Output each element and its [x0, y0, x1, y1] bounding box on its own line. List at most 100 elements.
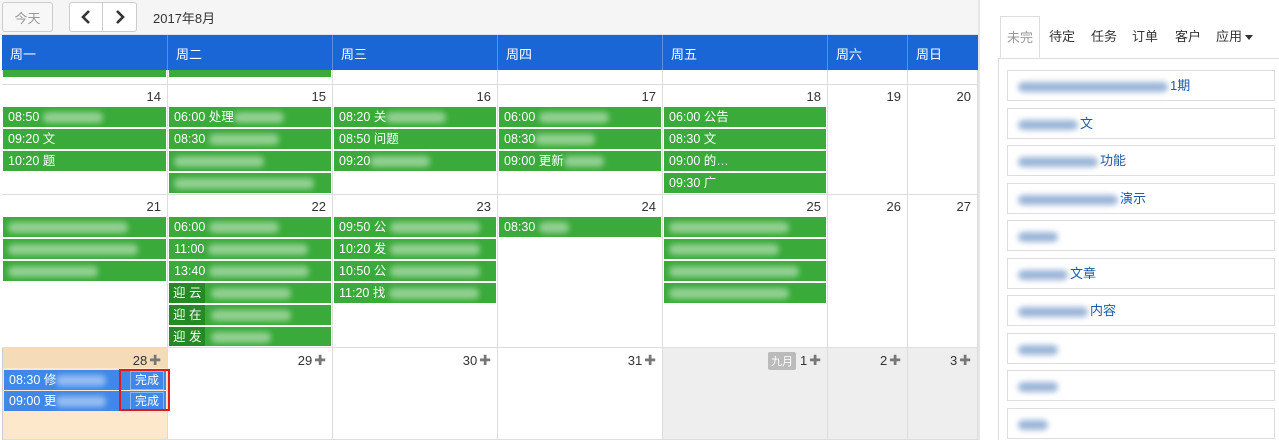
chevron-left-icon [81, 10, 90, 24]
next-month-button[interactable] [102, 2, 137, 32]
event[interactable] [664, 239, 826, 259]
day-cell-18[interactable]: 18 06:00 公告 08:30 文 09:00 的… 09:30 广 [663, 85, 828, 195]
day-cell[interactable] [333, 70, 498, 85]
day-cell[interactable] [663, 70, 828, 85]
event[interactable]: 迎 在 [169, 305, 331, 325]
event[interactable]: 09:50 公 [334, 217, 496, 237]
list-item[interactable]: 文章 [1007, 258, 1275, 289]
list-item[interactable] [1007, 333, 1275, 364]
event[interactable]: 08:30 文 [664, 129, 826, 149]
event[interactable]: 10:20 发 [334, 239, 496, 259]
day-cell-22[interactable]: 22 06:00 11:00 13:40 迎 云 迎 在 迎 发 [168, 195, 333, 348]
add-event-icon[interactable]: ✚ [959, 352, 971, 369]
tab-apps[interactable]: 应用 [1216, 16, 1254, 58]
list-item[interactable]: 文 [1007, 108, 1275, 139]
event[interactable] [3, 217, 166, 237]
event[interactable] [664, 283, 826, 303]
day-cell-16[interactable]: 16 08:20 关 08:50 问题 09:20 [333, 85, 498, 195]
event[interactable]: 10:50 公 [334, 261, 496, 281]
day-cell[interactable] [908, 70, 978, 85]
highlight-box [119, 369, 170, 411]
event[interactable]: 08:50 [3, 107, 166, 127]
tab-orders[interactable]: 订单 [1132, 16, 1158, 58]
tab-unfinished[interactable]: 未完 [1000, 16, 1041, 58]
event[interactable]: 06:00 处理 [169, 107, 331, 127]
event[interactable]: 11:00 [169, 239, 331, 259]
list-item[interactable] [1007, 408, 1275, 439]
event[interactable]: 08:20 关 [334, 107, 496, 127]
event[interactable]: 06:00 公告 [664, 107, 826, 127]
today-button[interactable]: 今天 [2, 2, 53, 32]
tab-customers[interactable]: 客户 [1175, 16, 1201, 58]
day-cell-24[interactable]: 24 08:30 [498, 195, 663, 348]
tab-pending[interactable]: 待定 [1049, 16, 1075, 58]
event[interactable]: 08:30 [499, 129, 661, 149]
list-item[interactable]: 1期 [1007, 70, 1275, 101]
day-number: 25 [806, 199, 821, 214]
add-event-icon[interactable]: ✚ [889, 352, 901, 369]
event[interactable]: 09:00 的… [664, 151, 826, 171]
event[interactable]: 迎 发 [169, 327, 331, 346]
add-event-icon[interactable]: ✚ [479, 352, 491, 369]
event[interactable] [169, 173, 331, 193]
day-cell-19[interactable]: 19 [828, 85, 908, 195]
day-cell[interactable] [498, 70, 663, 85]
list-item[interactable] [1007, 370, 1275, 401]
add-event-icon[interactable]: ✚ [644, 352, 656, 369]
add-event-icon[interactable]: ✚ [149, 352, 161, 369]
list-item[interactable]: 内容 [1007, 295, 1275, 326]
day-cell[interactable] [828, 70, 908, 85]
day-cell-sep-2[interactable]: 2 ✚ [828, 348, 908, 440]
day-cell-25[interactable]: 25 [663, 195, 828, 348]
day-cell-sep-3[interactable]: 3 ✚ [908, 348, 978, 440]
list-item[interactable]: 演示 [1007, 183, 1275, 214]
event[interactable] [3, 261, 166, 281]
day-cell-30[interactable]: 30 ✚ [333, 348, 498, 440]
event[interactable]: 11:20 找 [334, 283, 496, 303]
day-cell-14[interactable]: 14 08:50 09:20 文 10:20 题 [2, 85, 168, 195]
day-cell-17[interactable]: 17 06:00 08:30 09:00 更新 [498, 85, 663, 195]
event[interactable]: 09:00 更新 [499, 151, 661, 171]
sidebar-list: 1期 文 功能 演示 文章 内容 [998, 58, 1279, 440]
event[interactable]: 06:00 [169, 217, 331, 237]
add-event-icon[interactable]: ✚ [314, 352, 326, 369]
weekday-mon: 周一 [2, 35, 168, 70]
list-item[interactable] [1007, 220, 1275, 251]
day-cell-27[interactable]: 27 [908, 195, 978, 348]
event[interactable] [3, 239, 166, 259]
day-cell-26[interactable]: 26 [828, 195, 908, 348]
event[interactable]: 09:30 广 [664, 173, 826, 193]
event[interactable] [664, 261, 826, 281]
day-cell[interactable] [2, 70, 168, 85]
event[interactable] [169, 151, 331, 171]
event[interactable]: 08:30 [169, 129, 331, 149]
event[interactable]: 10:20 题 [3, 151, 166, 171]
add-event-icon[interactable]: ✚ [809, 352, 821, 369]
tab-tasks[interactable]: 任务 [1091, 16, 1117, 58]
event[interactable]: 08:30 [499, 217, 661, 237]
scrollbar[interactable] [978, 0, 980, 440]
day-number: 23 [476, 199, 491, 214]
event[interactable]: 09:20 [334, 151, 496, 171]
prev-month-button[interactable] [69, 2, 103, 32]
day-cell[interactable] [168, 70, 333, 85]
day-cell-23[interactable]: 23 09:50 公 10:20 发 10:50 公 11:20 找 [333, 195, 498, 348]
event[interactable] [3, 70, 166, 77]
day-number: 15 [311, 89, 326, 104]
event[interactable] [664, 217, 826, 237]
day-cell-21[interactable]: 21 [2, 195, 168, 348]
event[interactable] [169, 70, 331, 77]
event[interactable]: 08:50 问题 [334, 129, 496, 149]
day-cell-20[interactable]: 20 [908, 85, 978, 195]
day-cell-29[interactable]: 29 ✚ [168, 348, 333, 440]
event[interactable]: 13:40 [169, 261, 331, 281]
sidebar: 未完 待定 任务 订单 客户 应用 1期 文 功能 演示 文章 内容 [998, 0, 1279, 440]
day-cell-sep-1[interactable]: 九月 1 ✚ [663, 348, 828, 440]
list-item[interactable]: 功能 [1007, 145, 1275, 176]
event[interactable]: 迎 云 [169, 283, 331, 303]
day-cell-15[interactable]: 15 06:00 处理 08:30 [168, 85, 333, 195]
event[interactable]: 09:20 文 [3, 129, 166, 149]
day-cell-31[interactable]: 31 ✚ [498, 348, 663, 440]
day-number: 30 ✚ [462, 352, 491, 369]
event[interactable]: 06:00 [499, 107, 661, 127]
